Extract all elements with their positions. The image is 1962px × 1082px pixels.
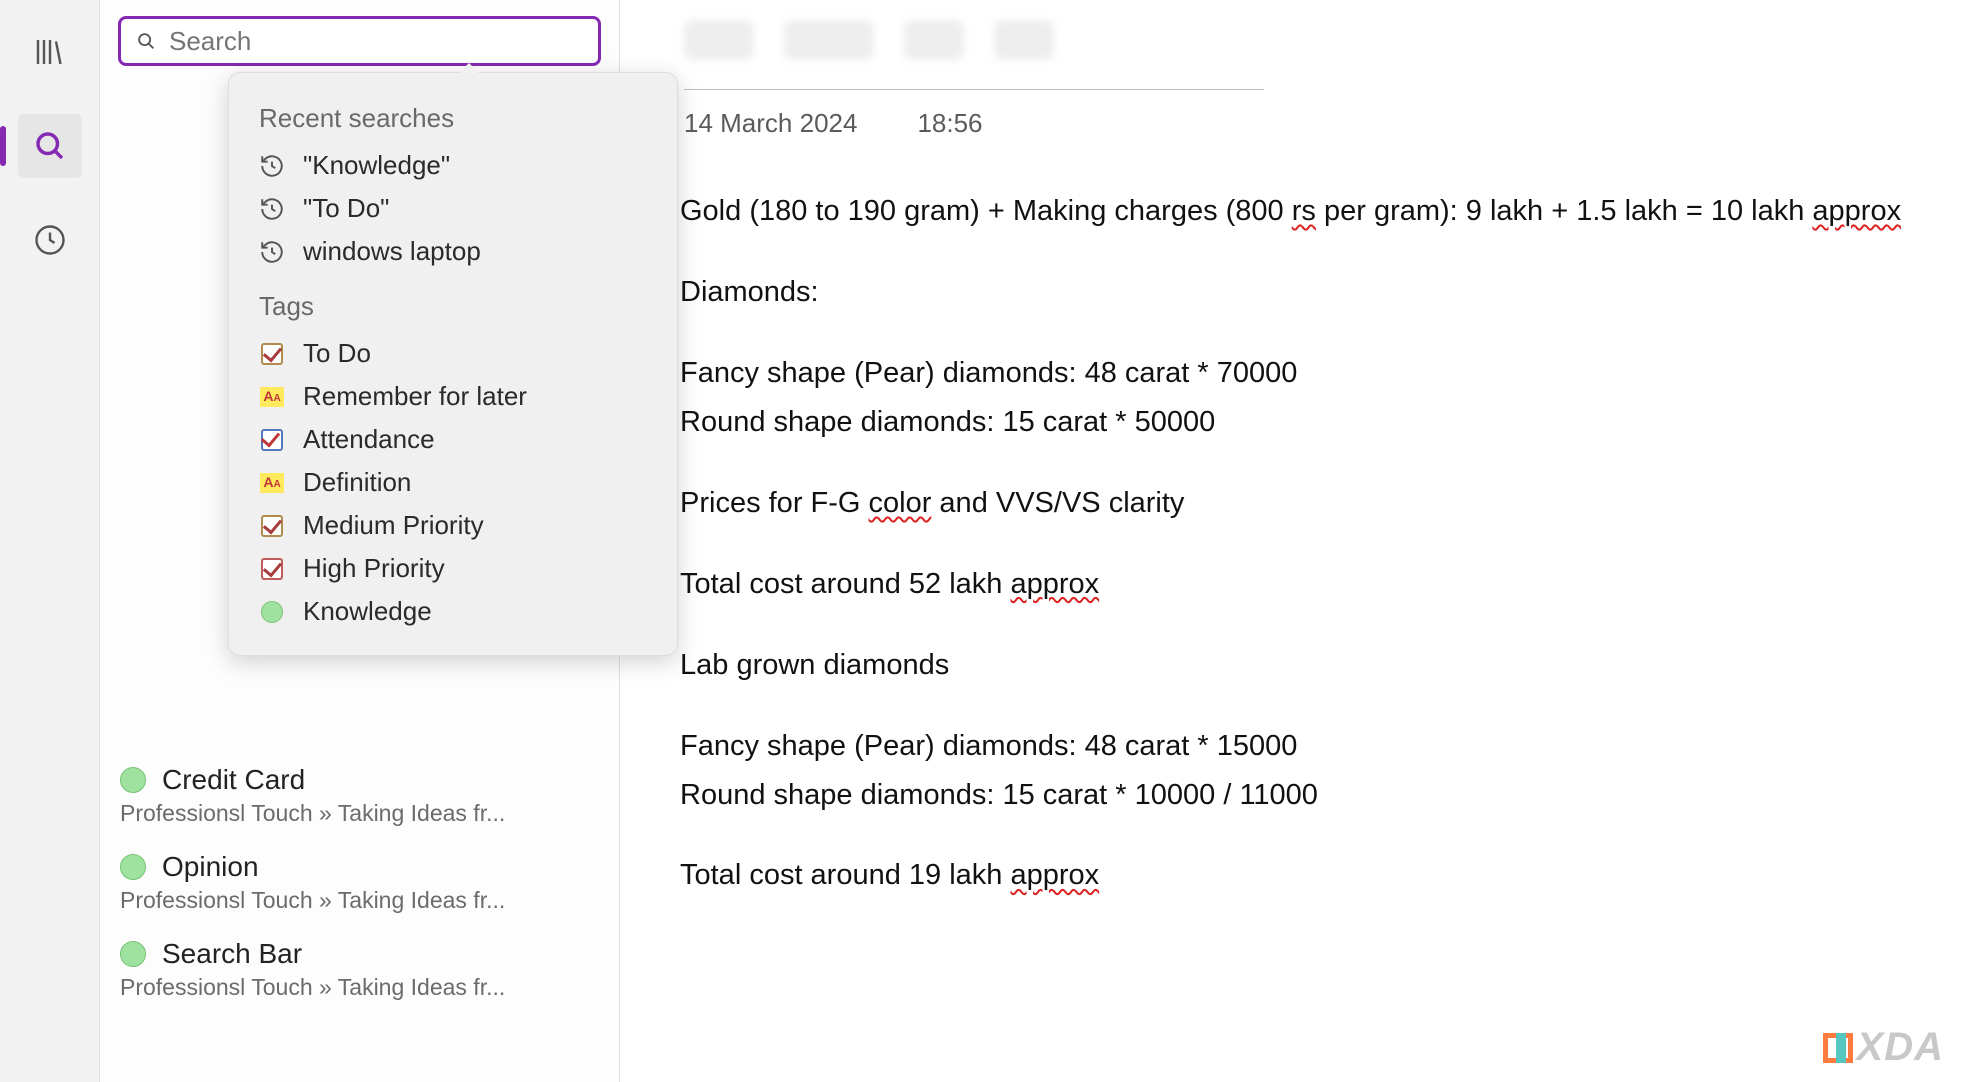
tag-dot-icon — [120, 941, 146, 967]
recent-search-item[interactable]: "Knowledge" — [229, 144, 677, 187]
clock-icon — [32, 222, 68, 258]
attendance-icon — [259, 427, 285, 453]
tag-label: Definition — [303, 467, 411, 498]
highlight-icon: AA — [259, 470, 285, 496]
recent-button[interactable] — [18, 208, 82, 272]
note-title: Search Bar — [162, 938, 302, 970]
note-path: Professionsl Touch » Taking Ideas fr... — [120, 970, 599, 1001]
watermark: XDA — [1823, 1025, 1944, 1070]
note-date: 14 March 2024 — [684, 108, 857, 139]
note-meta: 14 March 2024 18:56 — [680, 90, 1902, 189]
note-title: Opinion — [162, 851, 259, 883]
body-line: Diamonds: — [680, 270, 1902, 315]
recent-search-item[interactable]: "To Do" — [229, 187, 677, 230]
search-icon — [135, 30, 157, 52]
recent-search-label: "To Do" — [303, 193, 389, 224]
body-line: Fancy shape (Pear) diamonds: 48 carat * … — [680, 351, 1902, 396]
tags-heading: Tags — [229, 273, 677, 332]
search-field-wrapper[interactable] — [118, 16, 601, 66]
note-time: 18:56 — [917, 108, 982, 139]
note-content-pane: 14 March 2024 18:56 Gold (180 to 190 gra… — [620, 0, 1962, 1082]
note-title-area[interactable] — [684, 20, 1264, 90]
nav-rail — [0, 0, 100, 1082]
tag-label: Attendance — [303, 424, 435, 455]
body-line: Round shape diamonds: 15 carat * 50000 — [680, 400, 1902, 445]
tag-dot-icon — [120, 767, 146, 793]
note-path: Professionsl Touch » Taking Ideas fr... — [120, 796, 599, 827]
history-icon — [259, 239, 285, 265]
tag-item[interactable]: Attendance — [229, 418, 677, 461]
checkbox-icon — [259, 556, 285, 582]
tag-item[interactable]: Knowledge — [229, 590, 677, 633]
tag-item[interactable]: AA Definition — [229, 461, 677, 504]
checkbox-icon — [259, 513, 285, 539]
tag-item[interactable]: AA Remember for later — [229, 375, 677, 418]
note-path: Professionsl Touch » Taking Ideas fr... — [120, 883, 599, 914]
tag-label: Medium Priority — [303, 510, 484, 541]
note-body[interactable]: Gold (180 to 190 gram) + Making charges … — [680, 189, 1902, 898]
history-icon — [259, 153, 285, 179]
search-button[interactable] — [18, 114, 82, 178]
recent-search-label: "Knowledge" — [303, 150, 450, 181]
tag-item[interactable]: Medium Priority — [229, 504, 677, 547]
tag-label: To Do — [303, 338, 371, 369]
checkbox-icon — [259, 341, 285, 367]
highlight-icon: AA — [259, 384, 285, 410]
xda-logo-icon — [1823, 1033, 1853, 1063]
list-item[interactable]: Search Bar Professionsl Touch » Taking I… — [100, 928, 619, 1015]
list-item[interactable]: Opinion Professionsl Touch » Taking Idea… — [100, 841, 619, 928]
books-icon — [32, 34, 68, 70]
body-line: Lab grown diamonds — [680, 643, 1902, 688]
tag-item[interactable]: To Do — [229, 332, 677, 375]
body-line: Prices for F-G color and VVS/VS clarity — [680, 481, 1902, 526]
tag-label: High Priority — [303, 553, 445, 584]
tag-label: Remember for later — [303, 381, 527, 412]
search-input[interactable] — [169, 26, 584, 57]
recent-search-item[interactable]: windows laptop — [229, 230, 677, 273]
body-line: Total cost around 19 lakh approx — [680, 853, 1902, 898]
search-dropdown: Recent searches "Knowledge" "To Do" wind… — [228, 72, 678, 656]
search-icon — [32, 128, 68, 164]
green-dot-icon — [259, 599, 285, 625]
list-item[interactable]: Credit Card Professionsl Touch » Taking … — [100, 754, 619, 841]
tag-label: Knowledge — [303, 596, 432, 627]
body-line: Fancy shape (Pear) diamonds: 48 carat * … — [680, 724, 1902, 769]
recent-searches-heading: Recent searches — [229, 95, 677, 144]
tag-dot-icon — [120, 854, 146, 880]
recent-search-label: windows laptop — [303, 236, 481, 267]
tag-item[interactable]: High Priority — [229, 547, 677, 590]
note-title: Credit Card — [162, 764, 305, 796]
history-icon — [259, 196, 285, 222]
body-line: Gold (180 to 190 gram) + Making charges … — [680, 189, 1902, 234]
body-line: Total cost around 52 lakh approx — [680, 562, 1902, 607]
library-button[interactable] — [18, 20, 82, 84]
body-line: Round shape diamonds: 15 carat * 10000 /… — [680, 773, 1902, 818]
notes-list-column: Credit Card Professionsl Touch » Taking … — [100, 0, 620, 1082]
